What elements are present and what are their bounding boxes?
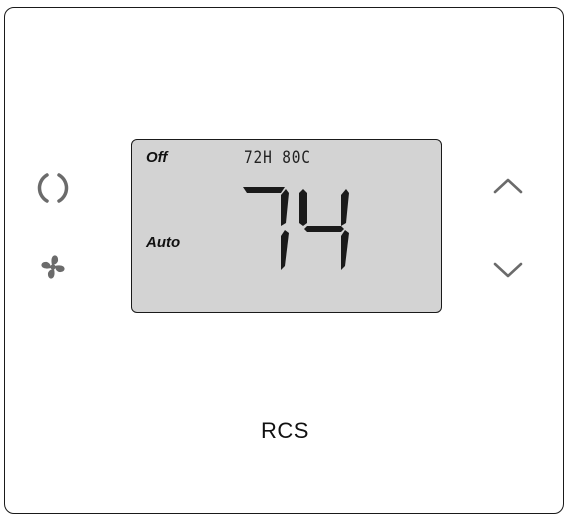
temp-down-button[interactable] xyxy=(488,250,528,290)
chevron-down-icon xyxy=(493,262,523,278)
temp-digit-4 xyxy=(299,189,349,270)
current-temperature: 74 xyxy=(243,187,349,270)
chevron-up-icon xyxy=(493,178,523,194)
mode-button[interactable] xyxy=(33,168,73,208)
brand-label: RCS xyxy=(261,418,309,443)
fan-mode-label: Auto xyxy=(146,234,181,251)
fan-button[interactable] xyxy=(33,247,73,287)
temp-up-button[interactable] xyxy=(488,166,528,206)
setpoint-info: 72H 80C xyxy=(244,148,311,168)
temp-digit-7 xyxy=(243,187,289,270)
lcd-display: Off 72H 80C Auto 74 xyxy=(131,139,442,313)
fan-icon xyxy=(41,255,65,279)
system-mode-label: Off xyxy=(146,149,168,166)
mode-icon xyxy=(37,173,69,203)
